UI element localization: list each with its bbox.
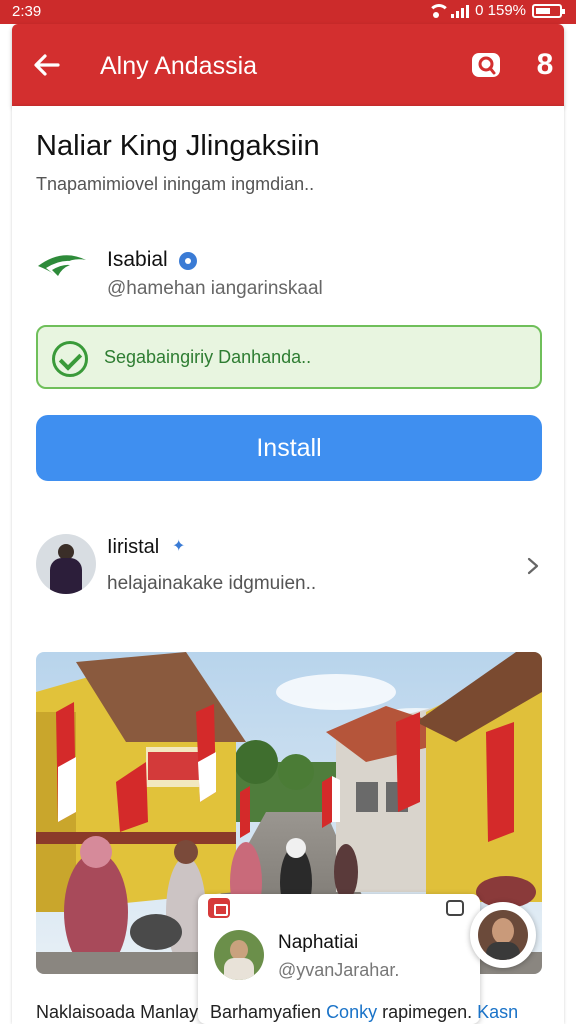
back-arrow-icon[interactable] (32, 50, 62, 80)
main-content: Naliar King Jlingaksiin Tnapamimiovel in… (12, 106, 564, 1024)
author-avatar[interactable] (36, 534, 96, 594)
author-badge-icon: ✦ (172, 538, 186, 555)
author-name[interactable]: Iiristal (107, 536, 159, 559)
chat-icon[interactable] (208, 898, 230, 918)
caption-link[interactable]: Conky (326, 1002, 377, 1022)
caption-text-2: rapimegen. (377, 1002, 478, 1022)
caption-right: Barhamyafien Conky rapimegen. Kasn (210, 1002, 518, 1023)
card-handle: @yvanJarahar. (278, 960, 400, 980)
page-subtitle: Tnapamimiovel iningam ingmdian.. (36, 174, 315, 194)
check-circle-icon (52, 341, 88, 377)
chevron-right-icon[interactable] (526, 556, 540, 576)
install-button[interactable]: Install (36, 415, 542, 481)
battery-icon (532, 3, 565, 18)
profile-bubble-avatar[interactable] (470, 902, 536, 968)
wifi-icon (427, 3, 451, 18)
caption-text: Barhamyafien (210, 1002, 327, 1022)
publisher-name[interactable]: Isabial (107, 248, 168, 272)
caption-link-2[interactable]: Kasn (477, 1002, 518, 1022)
status-time: 2:39 (12, 3, 42, 20)
status-icons: 0 159% (427, 2, 565, 19)
verified-badge-icon (179, 252, 197, 270)
page-title: Naliar King Jlingaksiin (36, 130, 320, 162)
signal-icon (451, 4, 470, 18)
search-icon[interactable] (468, 50, 504, 82)
app-bar: Alny Andassia 8 (12, 24, 564, 106)
card-name: Naphatiai (278, 932, 359, 953)
battery-text: 0 159% (475, 2, 526, 19)
success-banner: Segabaingiriy Danhanda.. (36, 325, 542, 389)
more-icon[interactable]: 8 (528, 48, 562, 82)
expand-icon[interactable] (446, 900, 464, 916)
publisher-handle: @hamehan iangarinskaal (107, 278, 323, 299)
publisher-logo-icon (38, 255, 86, 276)
author-description: helajainakake idgmuien.. (107, 573, 317, 594)
success-text: Segabaingiriy Danhanda.. (104, 347, 312, 367)
caption-left: Naklaisoada Manlay (36, 1002, 199, 1022)
card-avatar (214, 930, 264, 980)
status-bar: 2:39 0 159% (0, 0, 576, 24)
app-title: Alny Andassia (100, 52, 258, 80)
